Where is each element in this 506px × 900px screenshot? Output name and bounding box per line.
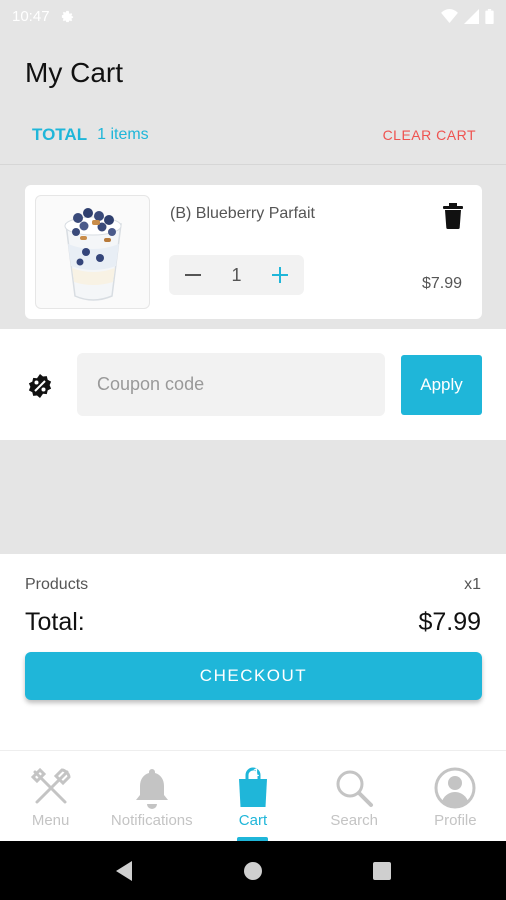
bell-icon [135, 769, 168, 809]
nav-label: Menu [31, 812, 70, 829]
minus-icon [185, 274, 201, 276]
items-count: 1 items [97, 126, 149, 143]
product-name: (B) Blueberry Parfait [170, 205, 315, 222]
trash-icon [443, 203, 463, 229]
products-count: x1 [464, 576, 481, 593]
nav-item-cart[interactable]: 1 Cart [202, 751, 303, 841]
total-label: TOTAL [32, 125, 88, 144]
nav-item-notifications[interactable]: Notifications [101, 751, 202, 841]
coupon-section: Apply [0, 329, 506, 440]
signal-icon [464, 8, 479, 24]
checkout-button[interactable]: CHECKOUT [25, 652, 482, 700]
nav-label: Notifications [110, 812, 193, 829]
increment-button[interactable] [268, 263, 292, 287]
fork-knife-icon [30, 767, 71, 804]
home-circle-icon [243, 861, 262, 880]
clear-cart-button[interactable]: CLEAR CART [383, 127, 476, 143]
nav-label: Search [330, 812, 378, 829]
nav-label: Cart [238, 812, 268, 829]
products-label: Products [25, 576, 89, 593]
item-price: $7.99 [421, 275, 462, 292]
back-triangle-icon [116, 860, 133, 881]
plus-icon [271, 267, 288, 283]
cart-badge: 1 [252, 767, 260, 779]
totals-section: Products x1 Total: $7.99 CHECKOUT [0, 554, 506, 750]
search-icon [336, 770, 374, 807]
cart-summary: TOTAL 1 items CLEAR CART [0, 120, 506, 150]
nav-item-search[interactable]: Search [304, 751, 405, 841]
profile-icon [434, 767, 476, 809]
system-back-button[interactable] [109, 856, 139, 886]
quantity-value: 1 [231, 264, 242, 285]
wifi-icon [441, 9, 458, 23]
battery-icon [485, 8, 494, 24]
nav-item-menu[interactable]: Menu [0, 751, 101, 841]
status-time: 10:47 [12, 7, 50, 25]
system-home-button[interactable] [238, 856, 268, 886]
bottom-nav: Menu Notifications 1 Cart Search Profile [0, 750, 506, 841]
decrement-button[interactable] [181, 263, 205, 287]
nav-item-profile[interactable]: Profile [405, 751, 506, 841]
product-image [35, 195, 150, 309]
apply-coupon-button[interactable]: Apply [401, 355, 482, 415]
divider [0, 164, 506, 165]
quantity-stepper: 1 [169, 255, 304, 295]
coupon-code-input[interactable] [77, 353, 385, 416]
status-bar: 10:47 [0, 0, 506, 32]
nav-label: Profile [434, 812, 477, 829]
total-value: $7.99 [418, 608, 481, 636]
delete-item-button[interactable] [442, 203, 464, 229]
system-nav-bar [0, 841, 506, 900]
cart-item-card: (B) Blueberry Parfait 1 $7.99 [25, 185, 482, 319]
system-recents-button[interactable] [367, 856, 397, 886]
total-label: Total: [25, 608, 85, 636]
settings-icon [61, 10, 73, 22]
page-title: My Cart [25, 57, 123, 88]
discount-badge-icon [28, 374, 52, 398]
recents-square-icon [372, 861, 391, 880]
